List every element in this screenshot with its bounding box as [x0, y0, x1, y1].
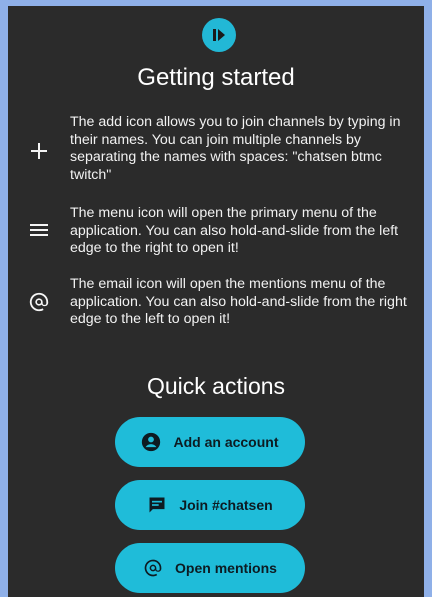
menu-icon [26, 217, 52, 243]
tip-add-text: The add icon allows you to join channels… [70, 114, 401, 183]
chat-icon [147, 495, 167, 515]
page-title: Getting started [137, 64, 295, 91]
at-icon [26, 289, 52, 315]
open-mentions-button[interactable]: Open mentions [115, 543, 305, 593]
account-icon [141, 432, 161, 452]
join-channel-button[interactable]: Join #chatsen [115, 480, 305, 530]
getting-started-panel: Getting started The add icon allows you … [8, 6, 424, 597]
app-logo-icon [202, 18, 236, 52]
tip-mentions-text: The email icon will open the mentions me… [70, 276, 407, 328]
join-channel-label: Join #chatsen [179, 497, 273, 513]
tip-menu-text: The menu icon will open the primary menu… [70, 205, 399, 257]
plus-icon [26, 138, 52, 164]
quick-actions-title: Quick actions [146, 373, 286, 399]
open-mentions-label: Open mentions [175, 560, 277, 576]
add-account-label: Add an account [173, 434, 279, 450]
at-icon [143, 558, 163, 578]
add-account-button[interactable]: Add an account [115, 417, 305, 467]
